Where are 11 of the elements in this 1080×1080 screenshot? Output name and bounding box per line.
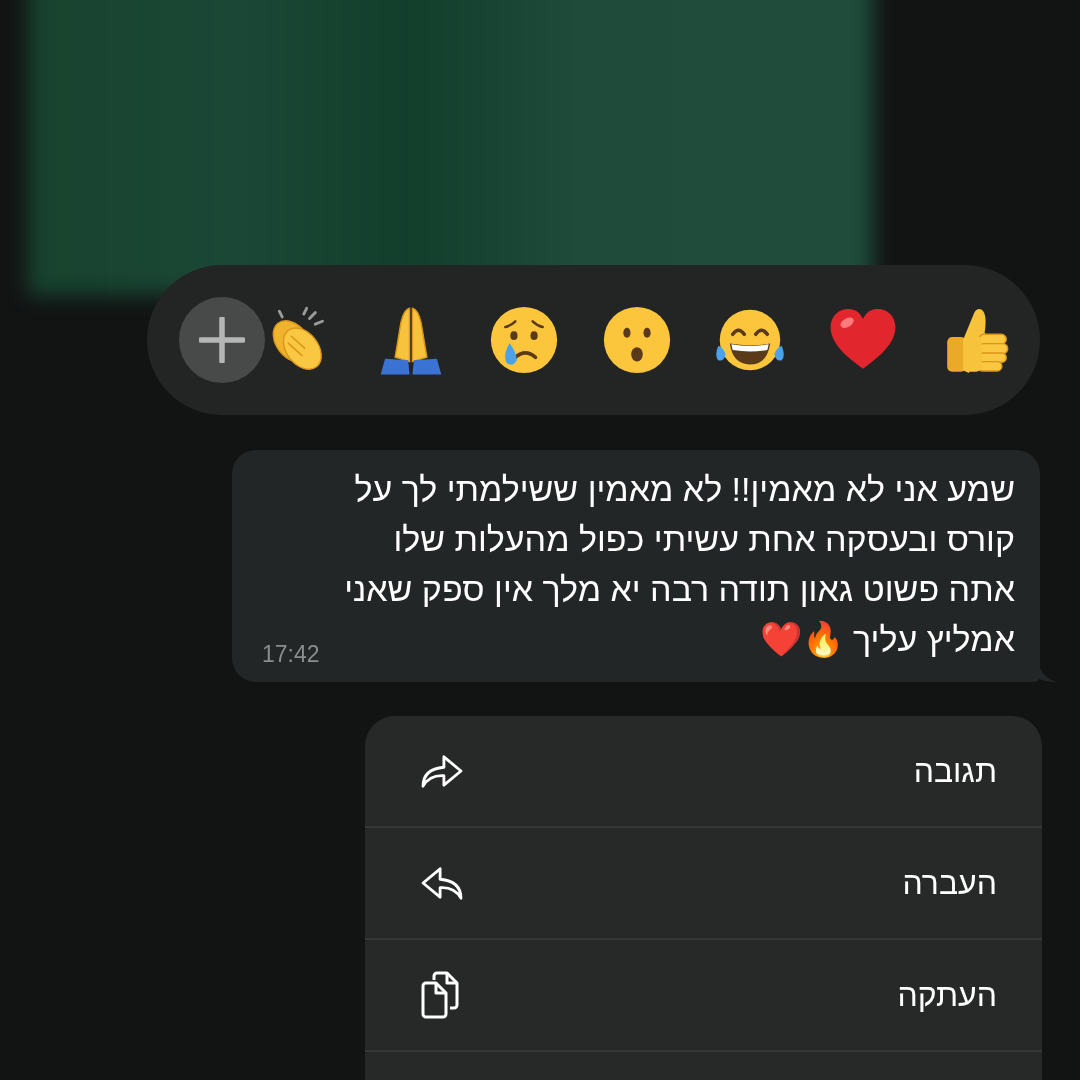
plus-icon <box>199 317 245 363</box>
copy-icon <box>420 971 460 1019</box>
message-text: שמע אני לא מאמין!! לא מאמין ששילמתי לך על קורס ובעסקה אחת עשיתי כפול מהעלות שלו אתה פשוט גאון תודה רבה יא מלך אין ספק שאני אמליץ עליך 🔥❤ <box>344 470 1015 658</box>
crying-face-icon[interactable] <box>488 304 560 376</box>
menu-item[interactable]: תגובה <box>365 716 1042 828</box>
curved-arrow-left-icon <box>420 865 464 901</box>
surprised-face-icon[interactable] <box>601 304 673 376</box>
menu-item[interactable]: העתקה <box>365 940 1042 1052</box>
message-time: 17:42 <box>262 641 320 668</box>
curved-arrow-right-icon <box>420 753 464 789</box>
menu-item[interactable]: העברה <box>365 828 1042 940</box>
